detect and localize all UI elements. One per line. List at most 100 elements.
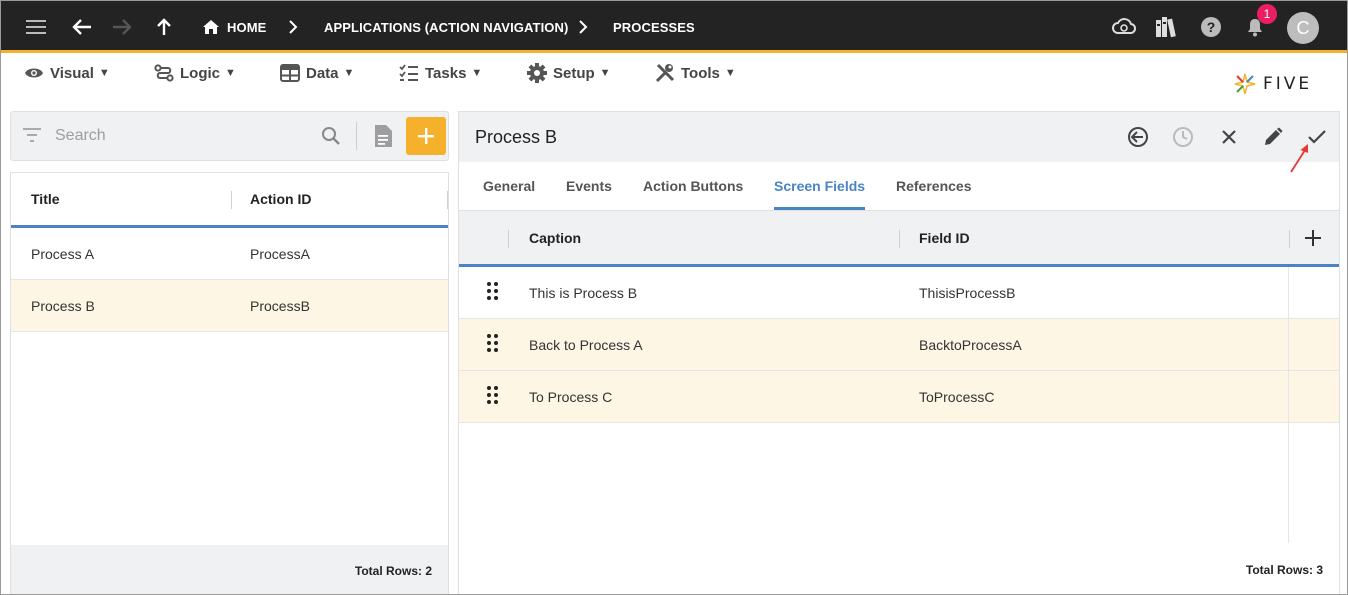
pencil-icon (1265, 127, 1283, 145)
menu-setup[interactable]: Setup ▼ (527, 57, 611, 89)
fields-table-header: Caption Field ID (459, 211, 1339, 267)
menu-data-label: Data (306, 64, 339, 82)
menu-setup-label: Setup (553, 64, 595, 82)
menu-tasks[interactable]: Tasks ▼ (399, 57, 482, 89)
menu-visual-label: Visual (50, 64, 94, 82)
detail-panel: Process B General Events Action Buttons … (458, 111, 1340, 594)
eye-icon (25, 68, 43, 78)
left-table-footer: Total Rows: 2 (10, 545, 449, 594)
app-window: HOME APPLICATIONS (ACTION NAVIGATION) PR… (0, 0, 1348, 595)
cell-title: Process A (31, 246, 95, 262)
up-arrow-icon[interactable] (152, 1, 176, 53)
column-divider (1288, 319, 1289, 371)
drag-handle-icon[interactable] (487, 386, 501, 408)
tab-screen-fields[interactable]: Screen Fields (774, 162, 866, 210)
cell-action-id: ProcessB (250, 298, 310, 314)
column-divider (447, 191, 448, 209)
cell-field-id: ThisisProcessB (919, 285, 1016, 301)
column-divider (1288, 267, 1289, 319)
edit-button[interactable] (1258, 112, 1288, 162)
logic-icon (154, 64, 174, 82)
column-divider (899, 230, 900, 248)
table-row[interactable]: To Process C ToProcessC (459, 371, 1339, 423)
chevron-right-icon (288, 1, 298, 53)
breadcrumb-applications[interactable]: APPLICATIONS (ACTION NAVIGATION) (324, 1, 568, 53)
search-icon[interactable] (321, 126, 341, 151)
history-back-button[interactable] (1123, 112, 1153, 162)
close-button[interactable] (1214, 112, 1244, 162)
notification-badge: 1 (1257, 4, 1277, 24)
column-header-title[interactable]: Title (31, 173, 60, 225)
tab-events[interactable]: Events (566, 162, 612, 210)
table-row-selected[interactable]: Process B ProcessB (11, 280, 448, 332)
table-row[interactable]: This is Process B ThisisProcessB (459, 267, 1339, 319)
search-input[interactable]: Search (55, 112, 106, 160)
column-divider (231, 191, 232, 209)
svg-text:?: ? (1207, 19, 1216, 35)
menu-tools[interactable]: Tools ▼ (655, 57, 736, 89)
cell-field-id: ToProcessC (919, 389, 995, 405)
caret-down-icon: ▼ (225, 67, 236, 79)
breadcrumb-home[interactable]: HOME (227, 1, 266, 53)
table-icon (280, 64, 300, 82)
plus-icon (418, 128, 434, 144)
history-button (1168, 112, 1198, 162)
caret-down-icon: ▼ (724, 67, 736, 79)
cell-field-id: BacktoProcessA (919, 337, 1022, 353)
cell-title: Process B (31, 298, 95, 314)
cell-caption: This is Process B (529, 285, 638, 301)
menu-data[interactable]: Data ▼ (280, 57, 354, 89)
five-logo: FIVE (1233, 71, 1325, 97)
column-header-caption[interactable]: Caption (529, 211, 581, 264)
caret-down-icon: ▼ (599, 67, 611, 79)
annotation-arrow-icon (1287, 141, 1313, 180)
menu-visual[interactable]: Visual ▼ (24, 57, 110, 89)
chevron-right-icon (578, 1, 588, 53)
drag-handle-icon[interactable] (487, 334, 501, 356)
left-search-bar: Search (10, 111, 449, 161)
column-divider (508, 230, 509, 248)
add-field-button[interactable] (1305, 230, 1321, 251)
tab-general[interactable]: General (483, 162, 535, 210)
table-row[interactable]: Process A ProcessA (11, 228, 448, 280)
tab-references[interactable]: References (896, 162, 972, 210)
column-divider (1288, 423, 1289, 543)
cell-caption: To Process C (529, 389, 613, 405)
caret-down-icon: ▼ (471, 67, 483, 79)
forward-arrow-icon (109, 1, 135, 53)
tab-action-buttons[interactable]: Action Buttons (643, 162, 743, 210)
column-header-action-id[interactable]: Action ID (250, 173, 311, 225)
five-logo-text: FIVE (1263, 74, 1313, 94)
plus-icon (1305, 230, 1321, 246)
table-header: Title Action ID (11, 173, 448, 228)
breadcrumb-processes[interactable]: PROCESSES (613, 1, 695, 53)
column-header-field-id[interactable]: Field ID (919, 211, 970, 264)
menu-tools-label: Tools (681, 64, 720, 82)
document-icon[interactable] (373, 124, 393, 153)
detail-header: Process B (459, 112, 1339, 162)
table-row[interactable]: Back to Process A BacktoProcessA (459, 319, 1339, 371)
gear-icon (527, 63, 547, 83)
library-books-icon[interactable] (1153, 1, 1179, 53)
add-record-button[interactable] (406, 117, 446, 155)
help-icon[interactable]: ? (1199, 1, 1223, 53)
clock-icon (1173, 127, 1193, 147)
menu-logic[interactable]: Logic ▼ (154, 57, 236, 89)
caret-down-icon: ▼ (98, 67, 110, 79)
home-icon[interactable] (200, 1, 222, 53)
total-rows: Total Rows: 3 (1245, 563, 1323, 577)
column-divider (1288, 371, 1289, 423)
total-rows: Total Rows: 2 (354, 564, 432, 578)
top-bar: HOME APPLICATIONS (ACTION NAVIGATION) PR… (1, 1, 1347, 53)
close-icon (1222, 130, 1236, 144)
detail-tabs: General Events Action Buttons Screen Fie… (459, 162, 1339, 211)
caret-down-icon: ▼ (343, 67, 355, 79)
drag-handle-icon[interactable] (487, 282, 501, 304)
hamburger-menu-icon[interactable] (23, 1, 51, 53)
filter-icon[interactable] (23, 127, 43, 148)
tools-icon (655, 63, 675, 83)
avatar[interactable]: C (1287, 12, 1319, 44)
cloud-sync-icon[interactable] (1111, 1, 1137, 53)
divider (356, 122, 357, 150)
back-arrow-icon[interactable] (69, 1, 95, 53)
